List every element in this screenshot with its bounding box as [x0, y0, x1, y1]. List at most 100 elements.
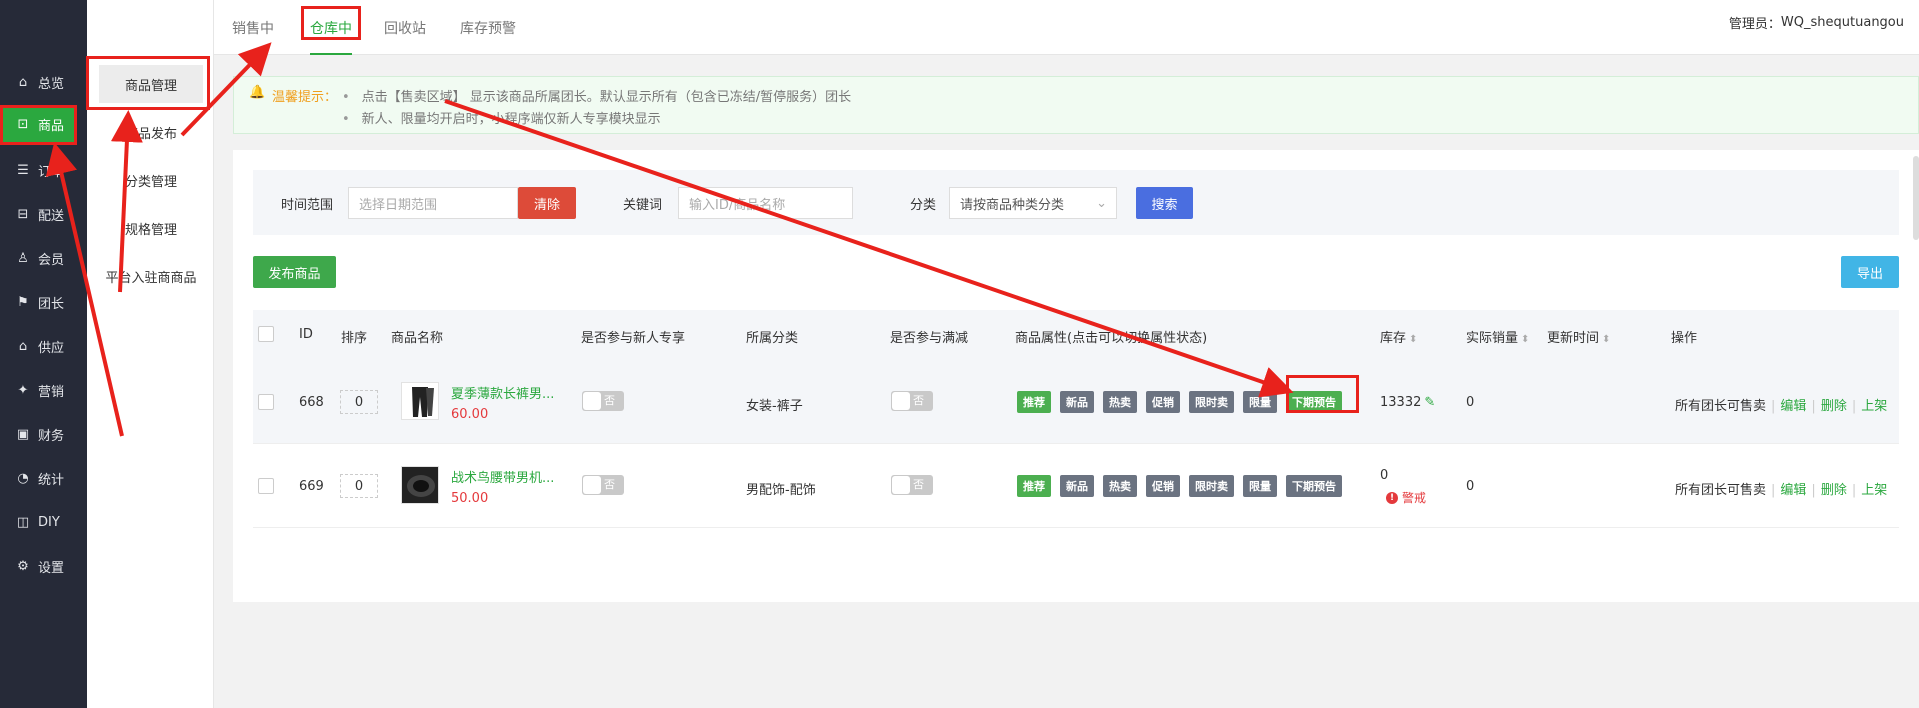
subnav-item-spec[interactable]: 规格管理	[99, 209, 203, 247]
attr-hot-button[interactable]: 热卖	[1103, 391, 1137, 413]
sidebar-item-marketing[interactable]: ✦ 营销	[0, 368, 87, 412]
sidebar-item-diy[interactable]: ◫ DIY	[0, 500, 87, 544]
header-stock-label: 库存	[1380, 331, 1407, 346]
sort-input[interactable]: 0	[340, 474, 378, 498]
header-newcomer: 是否参与新人专享	[581, 331, 686, 346]
header-full-reduction: 是否参与满减	[890, 331, 969, 346]
keyword-input[interactable]: 输入ID/商品名称	[678, 187, 853, 219]
attr-promo-button[interactable]: 促销	[1146, 391, 1180, 413]
pants-image	[402, 383, 438, 419]
attr-new-button[interactable]: 新品	[1060, 475, 1094, 497]
header-sales-label: 实际销量	[1466, 331, 1519, 346]
user-icon: ♙	[17, 250, 29, 266]
attr-promo-button[interactable]: 促销	[1146, 475, 1180, 497]
full-reduction-toggle[interactable]: 否	[891, 475, 933, 495]
attr-limited-time-button[interactable]: 限时卖	[1189, 475, 1234, 497]
header-ops: 操作	[1671, 331, 1698, 346]
sidebar-item-stats[interactable]: ◔ 统计	[0, 456, 87, 500]
category-select[interactable]: 请按商品种类分类 ⌄	[949, 187, 1117, 219]
sort-input[interactable]: 0	[340, 390, 378, 414]
sidebar-item-label: 营销	[38, 384, 65, 400]
attr-limited-qty-button[interactable]: 限量	[1243, 475, 1277, 497]
date-range-input[interactable]: 选择日期范围	[348, 187, 518, 219]
publish-goods-button[interactable]: 发布商品	[253, 256, 336, 288]
product-name-link[interactable]: 战术鸟腰带男机...	[451, 467, 559, 486]
diy-icon: ◫	[16, 514, 30, 530]
row-checkbox[interactable]	[258, 478, 274, 494]
edit-link[interactable]: 编辑	[1780, 399, 1806, 414]
chevron-down-icon: ⌄	[1096, 195, 1107, 211]
edit-link[interactable]: 编辑	[1780, 483, 1806, 498]
sidebar-item-label: 供应	[38, 340, 65, 356]
list-link[interactable]: 上架	[1861, 399, 1887, 414]
newcomer-toggle[interactable]: 否	[582, 475, 624, 495]
sidebar-item-overview[interactable]: ⌂ 总览	[0, 60, 87, 104]
home-icon: ⌂	[18, 74, 28, 90]
full-reduction-toggle[interactable]: 否	[891, 391, 933, 411]
keyword-label: 关键词	[623, 198, 663, 213]
attr-recommend-button[interactable]: 推荐	[1017, 475, 1051, 497]
attr-limited-qty-button[interactable]: 限量	[1243, 391, 1277, 413]
sidebar-item-supply[interactable]: ⌂ 供应	[0, 324, 87, 368]
subnav-item-category[interactable]: 分类管理	[99, 161, 203, 199]
category-select-value: 请按商品种类分类	[960, 197, 1065, 213]
header-stock[interactable]: 库存 ⬍	[1380, 327, 1417, 346]
sidebar-item-finance[interactable]: ▣ 财务	[0, 412, 87, 456]
pencil-icon[interactable]: ✎	[1424, 395, 1435, 410]
toggle-label: 否	[604, 394, 615, 407]
export-button[interactable]: 导出	[1841, 256, 1899, 288]
top-bar: 销售中 仓库中 回收站 库存预警 管理员： WQ_shequtuangou	[214, 0, 1919, 55]
toggle-knob	[892, 476, 910, 494]
row-category: 女装-裤子	[746, 399, 803, 414]
attr-hot-button[interactable]: 热卖	[1103, 475, 1137, 497]
delete-link[interactable]: 删除	[1821, 399, 1847, 414]
tab-stock-warning[interactable]: 库存预警	[460, 0, 516, 55]
delete-link[interactable]: 删除	[1821, 483, 1847, 498]
sidebar-item-label: 订单	[38, 164, 65, 180]
row-checkbox[interactable]	[258, 394, 274, 410]
divider: |	[1771, 399, 1776, 414]
header-sales[interactable]: 实际销量 ⬍	[1466, 327, 1529, 346]
attr-next-preview-button[interactable]: 下期预告	[1286, 475, 1342, 497]
subnav-item-goods-publish[interactable]: 商品发布	[99, 113, 203, 151]
sidebar-item-orders[interactable]: ☰ 订单	[0, 148, 87, 192]
leader-icon: ⚑	[17, 294, 29, 310]
list-link[interactable]: 上架	[1861, 483, 1887, 498]
gift-icon: ✦	[17, 382, 29, 398]
sidebar-item-delivery[interactable]: ⊟ 配送	[0, 192, 87, 236]
tab-on-sale[interactable]: 销售中	[232, 0, 274, 55]
search-button[interactable]: 搜索	[1136, 187, 1193, 219]
attr-new-button[interactable]: 新品	[1060, 391, 1094, 413]
sidebar-item-label: 总览	[38, 76, 65, 92]
tips-title: 温馨提示：	[272, 90, 338, 105]
product-name-link[interactable]: 夏季薄款长裤男...	[451, 383, 559, 402]
clear-button[interactable]: 清除	[518, 187, 576, 219]
select-all-checkbox[interactable]	[258, 326, 274, 342]
shop-icon: ⌂	[18, 338, 28, 354]
toggle-label: 否	[913, 478, 924, 491]
sidebar-item-settings[interactable]: ⚙ 设置	[0, 544, 87, 588]
header-attributes: 商品属性(点击可以切换属性状态)	[1015, 331, 1208, 346]
admin-name: WQ_shequtuangou	[1780, 15, 1904, 30]
sidebar-item-leaders[interactable]: ⚑ 团长	[0, 280, 87, 324]
annotation-box-goods	[0, 105, 77, 145]
sidebar-item-members[interactable]: ♙ 会员	[0, 236, 87, 280]
subnav-item-platform-goods[interactable]: 平台入驻商商品	[91, 257, 211, 295]
admin-info: 管理员： WQ_shequtuangou	[1729, 0, 1904, 45]
row-ops: 所有团长可售卖 | 编辑 | 删除 | 上架	[1675, 479, 1887, 498]
scrollbar[interactable]	[1913, 156, 1919, 240]
header-updated[interactable]: 更新时间 ⬍	[1547, 327, 1610, 346]
product-price: 50.00	[451, 491, 489, 506]
sidebar-item-label: 配送	[38, 208, 65, 224]
tab-recycle-bin[interactable]: 回收站	[384, 0, 426, 55]
toggle-label: 否	[913, 394, 924, 407]
stock-warning-label: 警戒	[1402, 491, 1427, 505]
newcomer-toggle[interactable]: 否	[582, 391, 624, 411]
divider: |	[1851, 483, 1857, 498]
chart-icon: ◔	[17, 470, 29, 486]
sort-icon: ⬍	[1409, 334, 1418, 345]
attr-recommend-button[interactable]: 推荐	[1017, 391, 1051, 413]
attr-limited-time-button[interactable]: 限时卖	[1189, 391, 1234, 413]
sort-icon: ⬍	[1521, 334, 1530, 345]
annotation-box-goods-manage	[86, 56, 210, 110]
